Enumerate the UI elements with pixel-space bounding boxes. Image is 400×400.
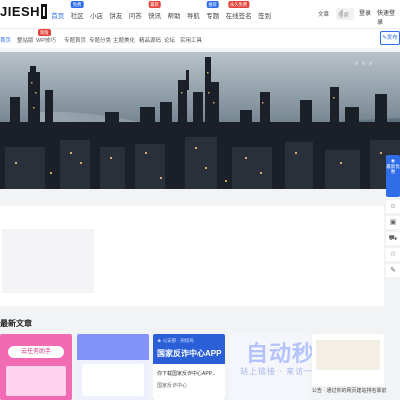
subnav-item-1[interactable]: 整站版 (17, 36, 34, 44)
card-1-thumb (6, 366, 66, 396)
police-badge-icon: ★ 公安部 · 刑侦局 (157, 338, 194, 343)
nav-badge: 永久免费 (227, 1, 250, 8)
chat-icon[interactable]: ☺ (386, 200, 400, 213)
nav-label: 问答 (128, 13, 142, 20)
side-toolbar: ◉ 最新优惠 ☺ ▣ ⛟ ☆ ✎ (386, 155, 400, 277)
nav-item-3[interactable]: 饼友 (106, 0, 125, 28)
nav-label: 社区 (70, 13, 84, 20)
nav-label: 饼友 (109, 13, 123, 20)
subnav-item-5[interactable]: 主题美化 (113, 36, 135, 44)
top-header: JIESH I 首页 免费社区 小店 饼友 问答 最新快讯 帮助 导航 推荐专题 永久免费在线签名签… (0, 0, 400, 28)
search-type-select[interactable]: 文章 (318, 10, 329, 18)
nav-badge: 推荐 (206, 1, 219, 8)
quick-login-button[interactable]: 快速登录 (377, 8, 400, 26)
card-2-thumb (82, 364, 144, 396)
subnav-item-7[interactable]: 论坛 (164, 36, 175, 44)
article-card-2[interactable] (77, 334, 149, 400)
card-3-title: 国家反诈中心APP (157, 349, 222, 358)
search-icon[interactable]: ⌕ (340, 9, 343, 16)
nav-badge: 最新 (148, 1, 161, 8)
hero-banner[interactable] (0, 52, 400, 189)
nav-item-6[interactable]: 帮助 (164, 0, 183, 28)
cart-icon[interactable]: ⛟ (386, 232, 400, 245)
nav-badge: 免费 (70, 1, 84, 8)
nav-label: 在线签名 (225, 13, 252, 20)
side-promo-button[interactable]: ◉ 最新优惠 (386, 155, 400, 197)
site-logo[interactable]: JIESH I (0, 4, 48, 19)
subnav-item-0[interactable]: 首页 (0, 36, 11, 44)
notice-text[interactable]: 公告 · 通过你的网页建站排名靠前 (312, 387, 386, 394)
nav-item-7[interactable]: 导航 (184, 0, 203, 28)
nav-label: 小店 (89, 13, 103, 20)
article-card-1[interactable]: 云任务助手 (0, 334, 72, 400)
content-strip (0, 206, 384, 306)
subnav-item-3[interactable]: 专题首页 (64, 36, 86, 44)
placeholder-card[interactable] (2, 229, 94, 293)
side-promo-label: 最新优惠 (386, 163, 400, 175)
nav-item-0[interactable]: 首页 (48, 0, 67, 28)
main-nav: 首页 免费社区 小店 饼友 问答 最新快讯 帮助 导航 推荐专题 永久免费在线签名 签到 (48, 0, 274, 28)
nav-label: 专题 (206, 13, 220, 20)
card-3-sub: 国家反诈中心 (157, 383, 188, 389)
card-2-header (77, 334, 149, 360)
secondary-nav: 首页 整站版 WP技巧 专题首页 专题分类 主题美化 精品源码 论坛 实用工具 新版 (0, 28, 400, 48)
nav-item-10[interactable]: 签到 (255, 0, 274, 28)
subnav-item-4[interactable]: 专题分类 (89, 36, 111, 44)
login-button[interactable]: 登录 (359, 8, 371, 17)
nav-item-5[interactable]: 最新 快讯 (145, 0, 164, 28)
subnav-item-2[interactable]: WP技巧 (36, 36, 56, 44)
star-icon[interactable]: ☆ (386, 248, 400, 261)
side-notice-card[interactable] (312, 334, 384, 386)
subnav-item-6[interactable]: 精品源码 (139, 36, 161, 44)
publish-label: 发布 (386, 35, 398, 41)
nav-item-2[interactable]: 小店 (87, 0, 106, 28)
edit-icon[interactable]: ✎ (386, 264, 400, 277)
nav-item-9[interactable]: 永久免费 在线签名 (222, 0, 254, 28)
card-1-title: 云任务助手 (8, 346, 64, 358)
section-title: 最新文章 (0, 319, 32, 328)
nav-label: 导航 (186, 13, 200, 20)
search-input[interactable]: 搜索 (336, 8, 354, 20)
card-3-text: 你下载国家反诈中心APP... (157, 371, 216, 377)
article-card-4[interactable] (229, 334, 309, 400)
subnav-badge: 新版 (38, 29, 51, 36)
publish-button[interactable]: ✎发布 (380, 31, 400, 45)
nav-item-1[interactable]: 免费 社区 (67, 0, 86, 28)
article-card-3[interactable]: ★ 公安部 · 刑侦局 国家反诈中心APP 你下载国家反诈中心APP... 国家… (153, 334, 225, 400)
nav-item-8[interactable]: 推荐 专题 (203, 0, 222, 28)
bag-icon[interactable]: ▣ (386, 216, 400, 229)
nav-label: 帮助 (167, 13, 181, 20)
nav-label: 首页 (51, 13, 65, 20)
nav-label: 签到 (257, 13, 271, 20)
nav-label: 快讯 (148, 13, 162, 20)
nav-item-4[interactable]: 问答 (126, 0, 145, 28)
subnav-item-8[interactable]: 实用工具 (180, 36, 202, 44)
notice-thumb (316, 340, 380, 370)
banner-city-image (0, 52, 400, 189)
